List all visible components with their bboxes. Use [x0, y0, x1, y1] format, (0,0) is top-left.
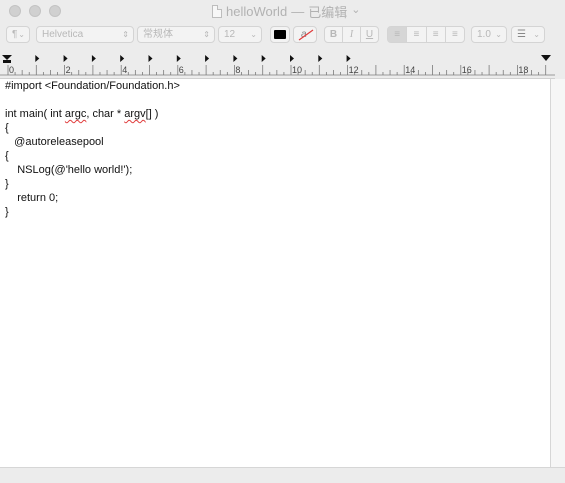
- align-right-button[interactable]: ≡: [427, 27, 446, 42]
- code-text: , char *: [86, 108, 125, 120]
- vertical-scrollbar[interactable]: [551, 79, 565, 467]
- line-spacing-value: 1.0: [477, 29, 491, 40]
- document-icon: [212, 4, 222, 18]
- ruler-label: 18: [518, 65, 528, 75]
- align-justify-button[interactable]: ≡: [446, 27, 464, 42]
- align-center-button[interactable]: ≡: [407, 27, 427, 42]
- code-line: {: [5, 122, 9, 134]
- line-spacing-popup[interactable]: 1.0 ⌄: [471, 26, 507, 43]
- tab-stop-marker: [318, 55, 323, 62]
- code-line: }: [5, 206, 9, 218]
- chevron-down-icon: ⌄: [351, 3, 361, 16]
- code-line-main: int main( int argc, char * argv[] ): [5, 108, 158, 120]
- misspelled-word[interactable]: argv: [124, 108, 145, 120]
- text-color-swatch: [274, 30, 286, 39]
- tab-stop-marker: [91, 55, 96, 62]
- ruler-label: 4: [122, 65, 127, 75]
- ruler-label: 14: [405, 65, 415, 75]
- chevron-down-icon: ⌄: [533, 30, 540, 39]
- updown-arrows-icon: ⇕: [203, 30, 210, 39]
- underline-button[interactable]: U: [361, 27, 378, 42]
- ruler-label: 2: [66, 65, 71, 75]
- ruler-label: 12: [349, 65, 359, 75]
- font-family-popup[interactable]: Helvetica ⇕: [36, 26, 134, 43]
- font-style-value: 常规体: [143, 29, 173, 40]
- font-size-value: 12: [224, 29, 236, 40]
- document-text-area[interactable]: #import <Foundation/Foundation.h> int ma…: [0, 79, 551, 467]
- title-bar: helloWorld — 已编辑 ⌄: [0, 0, 565, 22]
- font-family-value: Helvetica: [42, 29, 84, 40]
- code-line: return 0;: [5, 192, 59, 204]
- misspelled-word[interactable]: argc: [65, 108, 86, 120]
- title-separator: —: [291, 3, 305, 19]
- chevron-down-icon: ⌄: [250, 30, 257, 39]
- code-text: [] ): [145, 108, 159, 120]
- ruler-scale: 0 2 4 6 8 10 12 14 16 18: [0, 55, 555, 76]
- right-indent-marker: [541, 55, 551, 61]
- paragraph-icon: ¶: [12, 29, 18, 40]
- code-line: #import <Foundation/Foundation.h>: [5, 80, 180, 92]
- code-line: }: [5, 178, 9, 190]
- tab-stop-marker: [176, 55, 181, 62]
- tab-stop-marker: [233, 55, 238, 62]
- updown-arrows-icon: ⇕: [122, 30, 129, 39]
- italic-button[interactable]: I: [343, 27, 361, 42]
- font-size-combo[interactable]: 12 ⌄: [218, 26, 262, 43]
- text-color-well[interactable]: [270, 26, 290, 43]
- code-line: NSLog(@'hello world!');: [5, 164, 133, 176]
- alignment-segments: ≡ ≡ ≡ ≡: [387, 26, 465, 43]
- title-filename: helloWorld: [226, 3, 288, 19]
- tab-stop-marker: [63, 55, 68, 62]
- highlight-color-well[interactable]: a: [293, 26, 317, 43]
- ruler-label: 6: [179, 65, 184, 75]
- tab-stop-marker: [261, 55, 266, 62]
- window-bottom-edge: [0, 467, 565, 483]
- textedit-window: helloWorld — 已编辑 ⌄ ¶ ⌄ Helvetica ⇕ 常规体 ⇕…: [0, 0, 565, 483]
- ruler-label: 0: [9, 65, 14, 75]
- chevron-down-icon: ⌄: [495, 30, 502, 39]
- paragraph-style-popup[interactable]: ¶ ⌄: [6, 26, 30, 43]
- bold-button[interactable]: B: [325, 27, 343, 42]
- tab-stop-marker: [148, 55, 153, 62]
- tab-stop-marker: [120, 55, 125, 62]
- tab-stop-marker: [35, 55, 40, 62]
- ruler[interactable]: 0 2 4 6 8 10 12 14 16 18: [0, 52, 555, 79]
- code-line: {: [5, 150, 9, 162]
- ruler-label: 16: [462, 65, 472, 75]
- format-toolbar: ¶ ⌄ Helvetica ⇕ 常规体 ⇕ 12 ⌄ a B I U ≡ ≡ ≡…: [0, 22, 565, 52]
- zoom-button[interactable]: [49, 5, 61, 17]
- window-title[interactable]: helloWorld — 已编辑 ⌄: [212, 3, 361, 20]
- list-style-popup[interactable]: ☰ ⌄: [511, 26, 545, 43]
- align-left-button[interactable]: ≡: [388, 27, 408, 42]
- close-button[interactable]: [9, 5, 21, 17]
- tab-stop-marker: [205, 55, 210, 62]
- chevron-down-icon: ⌄: [18, 30, 25, 39]
- ruler-label: 8: [235, 65, 240, 75]
- strike-slash-icon: [298, 29, 314, 41]
- ruler-label: 10: [292, 65, 302, 75]
- tab-stop-marker: [346, 55, 351, 62]
- minimize-button[interactable]: [29, 5, 41, 17]
- code-line: @autoreleasepool: [5, 136, 104, 148]
- list-icon: ☰: [517, 29, 526, 40]
- font-style-segments: B I U: [324, 26, 379, 43]
- code-text: int main( int: [5, 108, 65, 120]
- first-line-indent-marker: [2, 55, 12, 60]
- tab-stop-marker: [290, 55, 294, 62]
- font-style-popup[interactable]: 常规体 ⇕: [137, 26, 215, 43]
- title-status: 已编辑: [308, 4, 348, 20]
- left-indent-marker: [3, 60, 11, 63]
